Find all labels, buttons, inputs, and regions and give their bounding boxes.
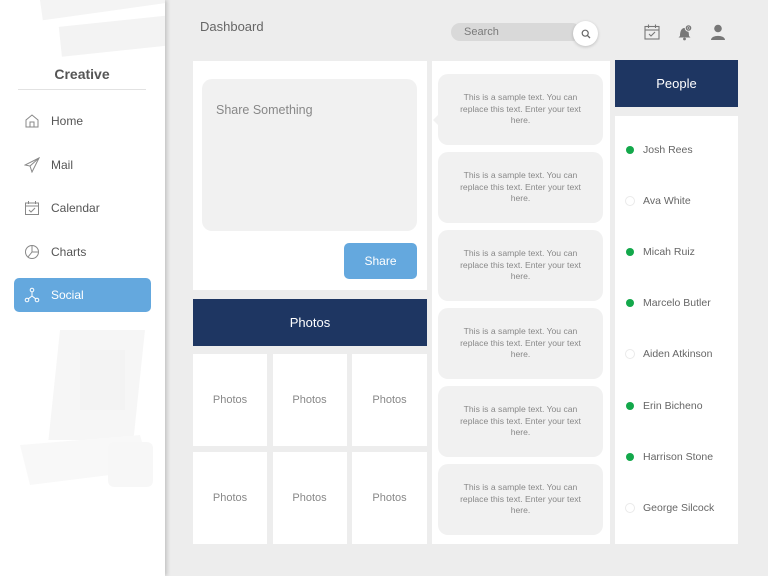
photos-header: Photos <box>193 299 427 346</box>
feed-message: This is a sample text. You can replace t… <box>438 230 603 301</box>
feed-message: This is a sample text. You can replace t… <box>438 152 603 223</box>
calendar-icon <box>24 200 40 216</box>
person-item[interactable]: Harrison Stone <box>626 449 713 465</box>
offline-status-icon <box>625 196 635 206</box>
search-input[interactable] <box>451 23 581 41</box>
person-item[interactable]: Erin Bicheno <box>626 398 703 414</box>
share-something-input[interactable] <box>202 79 417 231</box>
sidebar-item-label: Social <box>51 288 84 302</box>
share-panel: Share <box>193 61 427 290</box>
person-name: George Silcock <box>643 502 715 514</box>
person-item[interactable]: Marcelo Butler <box>626 295 711 311</box>
photo-grid: Photos Photos Photos Photos Photos Photo… <box>193 354 427 544</box>
people-header: People <box>615 60 738 107</box>
sidebar-item-label: Home <box>51 114 84 128</box>
share-button[interactable]: Share <box>344 243 417 279</box>
brand-title: Creative <box>18 66 146 90</box>
search-icon <box>581 29 590 38</box>
person-name: Erin Bicheno <box>643 400 703 412</box>
sidebar-item-mail[interactable]: Mail <box>14 148 151 182</box>
photo-tile[interactable]: Photos <box>193 354 267 446</box>
online-status-icon <box>626 299 634 307</box>
people-panel: Josh Rees Ava White Micah Ruiz Marcelo B… <box>615 116 738 544</box>
paper-plane-icon <box>24 156 40 173</box>
person-item[interactable]: Micah Ruiz <box>626 244 695 260</box>
home-icon <box>24 113 40 129</box>
offline-status-icon <box>625 349 635 359</box>
background-laptop-image <box>20 330 153 487</box>
person-name: Marcelo Butler <box>643 297 711 309</box>
online-status-icon <box>626 402 634 410</box>
sidebar-item-charts[interactable]: Charts <box>14 235 151 269</box>
person-name: Ava White <box>643 195 691 207</box>
background-decoration <box>58 13 165 57</box>
feed-message: This is a sample text. You can replace t… <box>438 308 603 379</box>
pie-chart-icon <box>24 244 40 260</box>
sidebar-item-label: Calendar <box>51 201 100 215</box>
online-status-icon <box>626 248 634 256</box>
photo-tile[interactable]: Photos <box>352 354 427 446</box>
search-button[interactable] <box>573 21 598 46</box>
feed-message: This is a sample text. You can replace t… <box>438 464 603 535</box>
sidebar-item-calendar[interactable]: Calendar <box>14 191 151 225</box>
photo-tile[interactable]: Photos <box>193 452 267 544</box>
person-name: Harrison Stone <box>643 451 714 463</box>
photo-tile[interactable]: Photos <box>352 452 427 544</box>
user-icon[interactable] <box>709 23 727 41</box>
page-title: Dashboard <box>200 19 264 34</box>
sidebar-item-home[interactable]: Home <box>14 104 151 138</box>
sidebar-nav: Home Mail Calendar Charts Social <box>14 104 151 322</box>
online-status-icon <box>626 453 634 461</box>
sidebar: Creative Home Mail Calendar Charts Socia… <box>0 0 165 576</box>
person-name: Josh Rees <box>643 144 693 156</box>
person-name: Aiden Atkinson <box>643 348 713 360</box>
online-status-icon <box>626 146 634 154</box>
sidebar-item-label: Mail <box>51 157 74 172</box>
feed-panel: This is a sample text. You can replace t… <box>432 61 610 544</box>
people-title: People <box>656 76 697 91</box>
search-bar <box>451 21 598 46</box>
feed-message: This is a sample text. You can replace t… <box>438 386 603 457</box>
person-item[interactable]: Ava White <box>625 193 691 209</box>
photos-title: Photos <box>289 315 331 330</box>
notification-bell-icon[interactable]: 0 <box>676 23 694 41</box>
feed-message: This is a sample text. You can replace t… <box>433 74 603 145</box>
photo-tile[interactable]: Photos <box>272 452 347 544</box>
calendar-check-icon[interactable] <box>643 23 661 41</box>
sidebar-item-social[interactable]: Social <box>14 278 151 312</box>
offline-status-icon <box>625 503 635 513</box>
person-item[interactable]: George Silcock <box>625 500 715 516</box>
person-name: Micah Ruiz <box>643 246 695 258</box>
sidebar-item-label: Charts <box>51 244 87 259</box>
photo-tile[interactable]: Photos <box>272 354 347 446</box>
social-network-icon <box>24 287 40 303</box>
person-item[interactable]: Aiden Atkinson <box>625 346 713 362</box>
person-item[interactable]: Josh Rees <box>626 142 693 158</box>
